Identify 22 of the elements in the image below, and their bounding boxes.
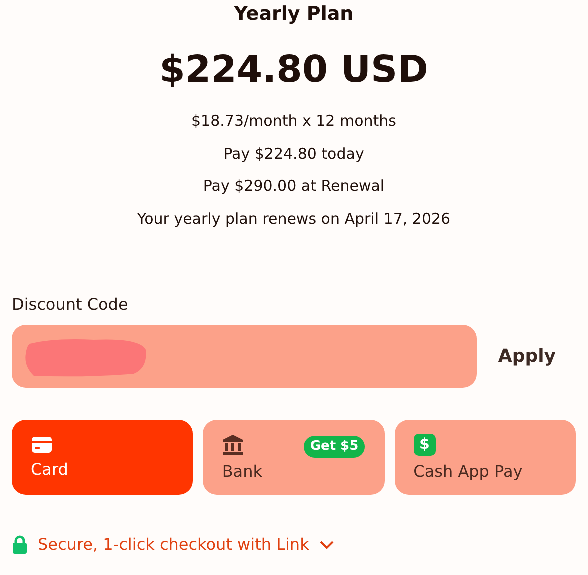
payment-method-label: Bank — [222, 462, 263, 482]
plan-detail: $18.73/month x 12 months — [192, 111, 396, 132]
payment-method-tab[interactable]: Bank Get $5 — [203, 420, 385, 495]
chevron-icon — [319, 540, 336, 550]
discount-code-field[interactable] — [12, 325, 477, 388]
plan-detail: Your yearly plan renews on April 17, 2026 — [137, 208, 451, 230]
bank-icon — [222, 434, 244, 456]
credit-card-icon — [31, 436, 53, 454]
payment-method-tab[interactable]: Card — [12, 420, 194, 495]
cash-app-icon: $ — [414, 434, 436, 456]
link-checkout-toggle[interactable]: Secure, 1-click checkout with Link — [38, 533, 336, 557]
apply-button[interactable]: Apply — [498, 343, 556, 370]
discount-label: Discount Code — [12, 295, 130, 315]
plan-detail: Pay $224.80 today — [224, 144, 364, 164]
promo-badge: Get $5 — [304, 436, 365, 458]
payment-method-label: Card — [31, 460, 68, 480]
plan-detail: Pay $290.00 at Renewal — [203, 176, 385, 197]
payment-method-label: Cash App Pay — [414, 462, 523, 482]
plan-title: Yearly Plan — [234, 2, 354, 27]
lock-icon — [12, 535, 28, 555]
plan-price: $224.80 USD — [160, 47, 428, 93]
payment-method-tab[interactable]: $ Cash App Pay — [394, 420, 576, 495]
